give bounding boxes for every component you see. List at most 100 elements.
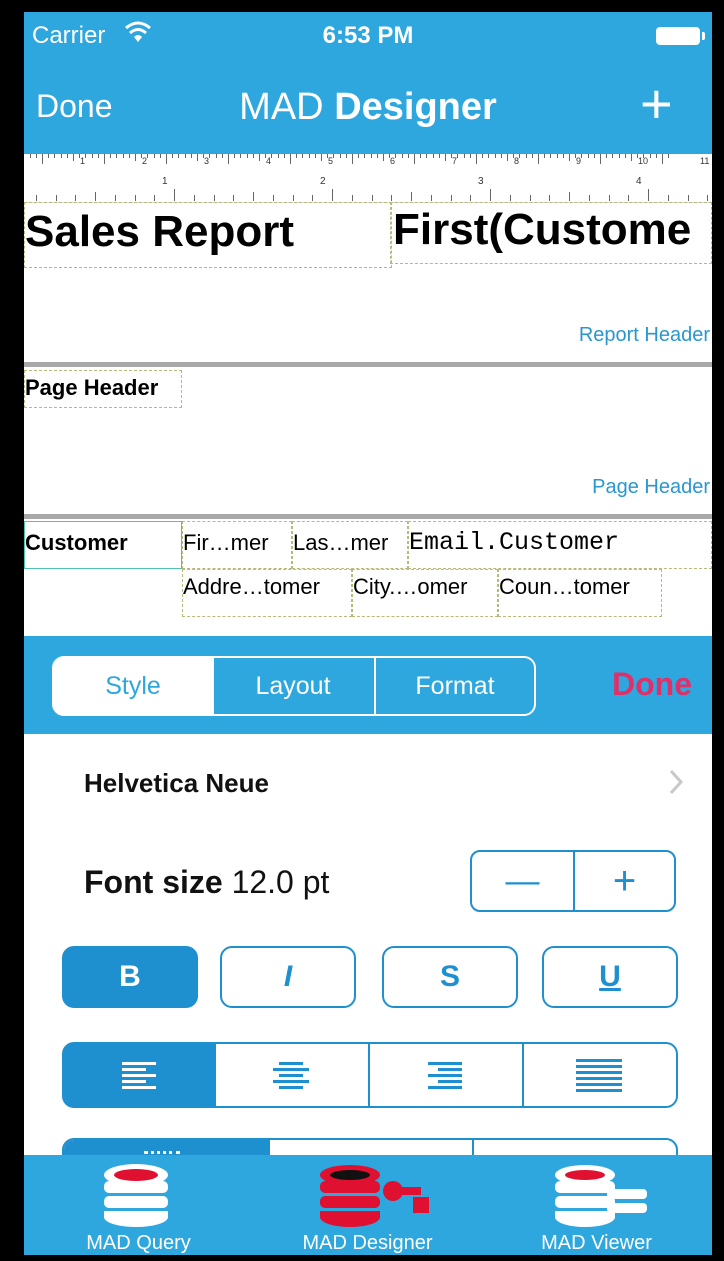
ruler-tick — [507, 154, 508, 161]
ruler-tick — [54, 154, 56, 158]
ruler-tick — [159, 154, 161, 158]
page-header-text-box[interactable]: Page Header — [24, 370, 182, 408]
ruler: 1 2 3 4 5 6 7 8 9 10 11 1 2 3 4 — [24, 154, 712, 203]
ruler-tick — [253, 192, 254, 201]
ruler-tick — [569, 192, 570, 201]
align-right-icon — [428, 1061, 462, 1089]
decrease-font-size-button[interactable]: — — [472, 852, 573, 910]
italic-button[interactable]: I — [220, 946, 356, 1008]
report-title-field-box[interactable]: First(Custome — [390, 202, 712, 264]
ruler-tick — [687, 195, 689, 201]
ruler-tick — [296, 154, 298, 158]
panel-done-button[interactable]: Done — [612, 666, 692, 703]
ruler-tick — [588, 195, 590, 201]
ruler-tick — [95, 192, 96, 201]
customer-group-box[interactable]: Customer — [24, 521, 182, 569]
justify-icon — [576, 1058, 622, 1092]
tab-label: MAD Query — [86, 1232, 191, 1254]
customer-group-label: Customer — [25, 530, 128, 555]
strikethrough-button[interactable]: S — [382, 946, 518, 1008]
ruler-tick — [426, 154, 428, 158]
ruler-tick — [147, 154, 149, 158]
address-field[interactable]: Addre…tomer — [182, 569, 352, 617]
ruler-cm-label: 2 — [142, 156, 148, 166]
ruler-tick — [166, 154, 167, 164]
ruler-tick — [110, 154, 112, 158]
align-center-button[interactable] — [214, 1042, 370, 1108]
ruler-tick — [116, 154, 118, 158]
bold-button[interactable]: B — [62, 946, 198, 1008]
ruler-tick — [525, 154, 527, 158]
viewer-database-icon — [555, 1165, 647, 1227]
align-right-button[interactable] — [368, 1042, 524, 1108]
ruler-tick — [35, 195, 37, 201]
tab-style[interactable]: Style — [52, 656, 214, 716]
ruler-tick — [531, 154, 533, 158]
ruler-tick — [549, 195, 551, 201]
ruler-cm-label: 11 — [700, 156, 710, 166]
font-picker-row[interactable]: Helvetica Neue — [24, 734, 712, 824]
first-name-field[interactable]: Fir…mer — [182, 521, 292, 569]
first-name-field-text: Fir…mer — [183, 530, 269, 555]
ruler-cm-label: 3 — [204, 156, 210, 166]
underline-button[interactable]: U — [542, 946, 678, 1008]
ruler-tick — [490, 189, 491, 201]
ruler-tick — [608, 195, 610, 201]
database-icon — [104, 1164, 168, 1227]
ruler-tick — [55, 195, 57, 201]
ruler-tick — [73, 154, 74, 161]
ruler-tick — [190, 154, 192, 158]
ruler-tick — [628, 195, 630, 201]
ruler-tick — [538, 154, 539, 164]
ruler-tick — [345, 154, 347, 158]
ruler-tick — [128, 154, 130, 158]
ruler-tick — [707, 195, 709, 201]
ruler-tick — [587, 154, 589, 158]
ruler-tick — [438, 154, 440, 158]
align-left-button[interactable] — [62, 1042, 216, 1108]
band-divider[interactable] — [24, 514, 712, 519]
ruler-tick — [430, 195, 432, 201]
ruler-tick — [529, 195, 531, 201]
ruler-tick — [240, 154, 242, 158]
ruler-cm-label: 6 — [390, 156, 396, 166]
ruler-tick — [271, 154, 273, 158]
ruler-tick — [228, 154, 229, 164]
ruler-tick — [463, 154, 465, 158]
ruler-tick — [668, 154, 670, 158]
status-bar: Carrier 6:53 PM — [24, 12, 712, 58]
ruler-cm-label: 8 — [514, 156, 520, 166]
ruler-tick — [314, 154, 316, 158]
band-divider[interactable] — [24, 362, 712, 367]
tab-mad-designer[interactable]: MAD Designer — [253, 1155, 482, 1255]
ruler-tick — [154, 195, 156, 201]
ruler-tick — [213, 195, 215, 201]
ruler-tick — [339, 154, 341, 158]
ruler-tick — [500, 154, 502, 158]
tab-mad-viewer[interactable]: MAD Viewer — [482, 1155, 711, 1255]
add-button[interactable]: + — [640, 76, 673, 132]
ruler-tick — [134, 195, 136, 201]
ruler-tick — [234, 154, 236, 158]
tab-mad-query[interactable]: MAD Query — [24, 1155, 253, 1255]
ruler-tick — [104, 154, 105, 164]
tab-format[interactable]: Format — [374, 656, 536, 716]
ruler-tick — [246, 154, 248, 158]
email-field[interactable]: Email.Customer — [408, 521, 712, 569]
justify-button[interactable] — [522, 1042, 678, 1108]
ruler-tick — [631, 154, 632, 161]
email-field-text: Email.Customer — [409, 528, 620, 557]
country-field[interactable]: Coun…tomer — [498, 569, 662, 617]
report-title-box[interactable]: Sales Report — [24, 202, 392, 268]
last-name-field[interactable]: Las…mer — [292, 521, 408, 569]
increase-font-size-button[interactable]: + — [575, 852, 674, 910]
ruler-tick — [383, 154, 384, 161]
ruler-inch-label: 3 — [478, 176, 484, 187]
tab-layout[interactable]: Layout — [212, 656, 376, 716]
page-header-band-label: Page Header — [592, 476, 710, 498]
ruler-tick — [655, 154, 657, 158]
city-field[interactable]: City.…omer — [352, 569, 498, 617]
ruler-tick — [178, 154, 180, 158]
ruler-tick — [91, 154, 93, 158]
align-left-icon — [122, 1061, 156, 1089]
